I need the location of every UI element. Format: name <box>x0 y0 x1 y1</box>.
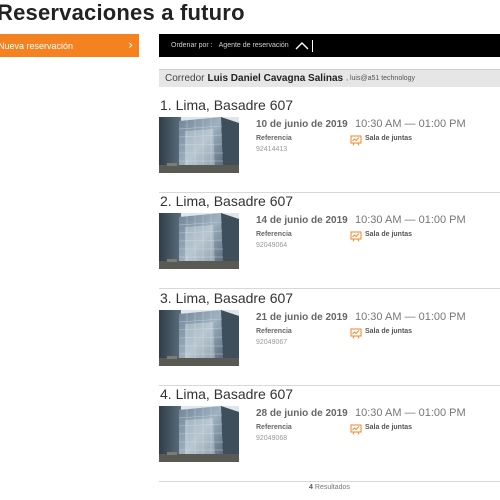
chevron-up-icon[interactable] <box>295 41 309 51</box>
reference-value: 92049064 <box>256 242 288 249</box>
reference-label: Referencia <box>256 135 292 142</box>
reservation-date: 14 de junio de 2019 <box>256 215 348 226</box>
room-type: Sala de juntas <box>350 133 413 146</box>
reservation-date: 21 de junio de 2019 <box>256 312 348 323</box>
sort-bar: Ordenar por : Agente de reservación <box>159 34 500 57</box>
results-number: 4 <box>309 484 313 491</box>
reservation-title[interactable]: 3. Lima, Basadre 607 <box>160 290 293 306</box>
presentation-board-icon <box>350 326 362 339</box>
building-image <box>159 117 239 173</box>
room-type: Sala de juntas <box>350 326 413 339</box>
reservation-card[interactable]: 4. Lima, Basadre 607 28 de junio de 2019… <box>159 386 500 482</box>
building-image <box>159 213 239 269</box>
sort-label: Ordenar por : <box>171 42 213 49</box>
broker-email: , luis@a51 technology <box>346 75 416 82</box>
room-label: Sala de juntas <box>365 424 413 431</box>
reservation-card[interactable]: 3. Lima, Basadre 607 21 de junio de 2019… <box>159 290 500 386</box>
broker-name: Luis Daniel Cavagna Salinas <box>207 73 344 84</box>
room-label: Sala de juntas <box>365 231 413 238</box>
reservation-date: 28 de junio de 2019 <box>256 408 348 419</box>
reservation-date: 10 de junio de 2019 <box>256 119 348 130</box>
reservation-time: 10:30 AM — 01:00 PM <box>355 118 466 130</box>
sort-select[interactable]: Agente de reservación <box>219 42 289 49</box>
room-type: Sala de juntas <box>350 229 413 242</box>
results-count: 4 Resultados <box>159 484 500 491</box>
reservation-time: 10:30 AM — 01:00 PM <box>355 214 466 226</box>
reservation-title[interactable]: 2. Lima, Basadre 607 <box>160 193 293 209</box>
room-label: Sala de juntas <box>365 328 413 335</box>
reference-label: Referencia <box>256 231 292 238</box>
broker-bar: Corredor Luis Daniel Cavagna Salinas , l… <box>159 69 500 87</box>
building-image <box>159 406 239 462</box>
results-label: Resultados <box>314 484 350 491</box>
sort-divider <box>311 39 313 52</box>
broker-prefix: Corredor <box>165 73 205 84</box>
page-title: Reservaciones a futuro <box>0 0 245 25</box>
reservation-time: 10:30 AM — 01:00 PM <box>355 311 466 323</box>
reservation-card[interactable]: 2. Lima, Basadre 607 14 de junio de 2019… <box>159 193 500 289</box>
presentation-board-icon <box>350 422 362 435</box>
reservation-time: 10:30 AM — 01:00 PM <box>355 407 466 419</box>
room-type: Sala de juntas <box>350 422 413 435</box>
new-reservation-label: Nueva reservación <box>0 40 74 51</box>
reservation-card[interactable]: 1. Lima, Basadre 607 10 de junio de 2019… <box>159 97 500 193</box>
reference-value: 92414413 <box>256 146 288 153</box>
presentation-board-icon <box>350 133 362 146</box>
room-label: Sala de juntas <box>365 135 413 142</box>
reservation-title[interactable]: 1. Lima, Basadre 607 <box>160 97 293 113</box>
reference-value: 92049068 <box>256 435 288 442</box>
building-image <box>159 310 239 366</box>
reference-value: 92049067 <box>256 339 288 346</box>
reference-label: Referencia <box>256 424 292 431</box>
reference-label: Referencia <box>256 328 292 335</box>
presentation-board-icon <box>350 229 362 242</box>
reservation-title[interactable]: 4. Lima, Basadre 607 <box>160 386 293 402</box>
chevron-right-icon: › <box>128 38 133 52</box>
new-reservation-button[interactable]: Nueva reservación › <box>0 34 139 57</box>
